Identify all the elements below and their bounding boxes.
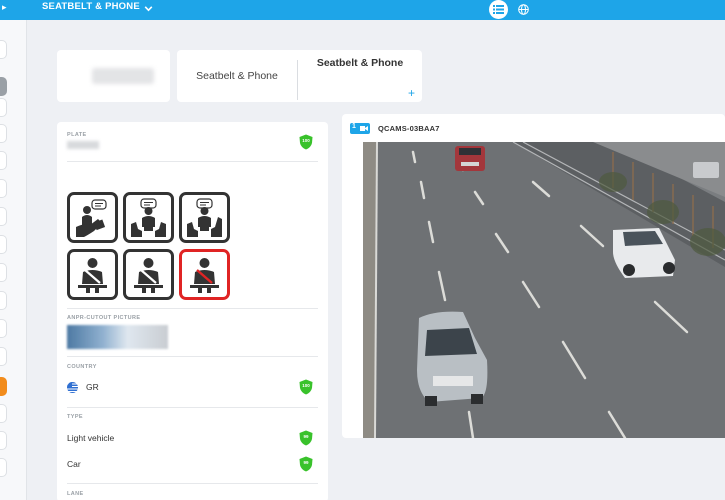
rail-item[interactable] [0,179,7,198]
seatbelt-icon [78,258,107,293]
rail-item[interactable] [0,207,7,226]
country-value: GR [86,382,99,392]
tab-seatbelt-phone-active[interactable]: Seatbelt & Phone [298,50,422,80]
divider [67,308,318,309]
rail-item[interactable] [0,151,7,170]
phone-use-icon [131,198,166,237]
flag-gr-icon [67,382,78,393]
rail-item[interactable] [0,458,7,477]
rail-item[interactable] [0,291,7,310]
red-car-shape [455,146,485,171]
plate-label: PLATE [67,132,87,138]
divider [67,356,318,357]
video-camera-icon [360,126,368,131]
map-view-button[interactable] [514,0,533,19]
camera-number-badge: 1 [350,123,370,134]
chevron-down-icon[interactable] [143,3,154,14]
divider [67,407,318,408]
country-score-badge: 100 [299,379,313,395]
rail-item[interactable] [0,404,7,423]
rail-item[interactable] [0,319,7,338]
page-title: SEATBELT & PHONE [42,1,140,12]
logo-card [57,50,170,102]
rail-item-selected[interactable] [0,77,7,96]
blurred-plate-value [67,141,99,149]
rail-item[interactable] [0,98,7,117]
type-value: Light vehicle [67,433,115,443]
camera-card: 1 QCAMS-03BAA7 [342,114,725,438]
globe-icon [518,4,529,15]
rail-item-highlighted[interactable] [0,377,7,396]
subtype-score-badge: 99 [299,456,313,472]
tabs-card: Seatbelt & Phone Seatbelt & Phone + [177,50,422,102]
blurred-logo [92,68,154,84]
plate-score-badge: 100 [299,134,313,150]
phone-use-tile [179,192,230,243]
rail-item[interactable] [0,263,7,282]
tab-seatbelt-phone[interactable]: Seatbelt & Phone [177,50,297,102]
lane-label: LANE [67,491,84,497]
divider [67,483,318,484]
divider [67,161,318,162]
left-rail [0,20,27,500]
seatbelt-violation-icon [190,258,219,293]
rail-item[interactable] [0,40,7,59]
rail-item[interactable] [0,431,7,450]
rail-item[interactable] [0,235,7,254]
anpr-label: ANPR-CUTOUT PICTURE [67,315,141,321]
phone-use-icon [187,198,222,237]
seatbelt-violation-tile [179,249,230,300]
rail-item[interactable] [0,347,7,366]
type-label: TYPE [67,414,83,420]
list-view-button[interactable] [489,0,508,19]
phone-use-tile [67,192,118,243]
rail-item[interactable] [0,124,7,143]
seatbelt-tile [67,249,118,300]
phone-use-icon [76,199,107,237]
country-label: COUNTRY [67,364,97,370]
subtype-value: Car [67,459,81,469]
anpr-cutout-image[interactable] [67,325,168,349]
traffic-camera-image [363,142,725,438]
type-score-badge: 99 [299,430,313,446]
list-icon [493,5,504,14]
phone-use-tile [123,192,174,243]
add-tab-button[interactable]: + [408,86,415,100]
camera-frame[interactable] [363,142,725,438]
detail-card: PLATE 100 ANPR-CUTOUT PICTURE COUNTRY GR… [57,122,328,500]
seatbelt-icon [134,258,163,293]
top-bar: ▸ SEATBELT & PHONE [0,0,725,20]
camera-name: QCAMS-03BAA7 [378,124,440,133]
seatbelt-tile [123,249,174,300]
app-edge-icon: ▸ [2,2,7,12]
